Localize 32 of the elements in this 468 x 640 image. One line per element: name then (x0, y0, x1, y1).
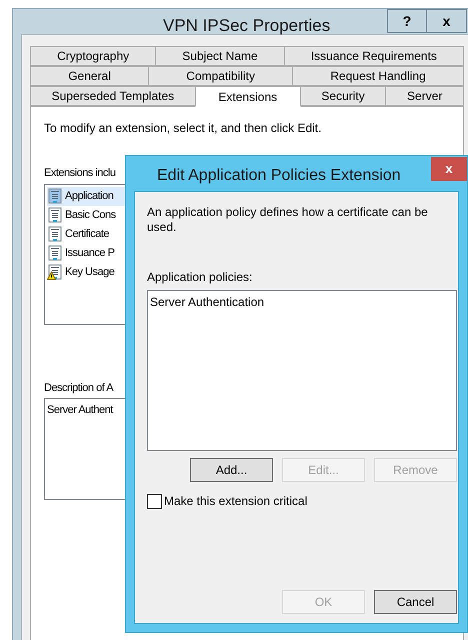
instruction-text: To modify an extension, select it, and then click Edit. (44, 120, 322, 137)
tab[interactable]: Issuance Requirements (284, 46, 464, 66)
close-button[interactable]: x (427, 9, 467, 33)
description-text: Server Authent (47, 404, 113, 416)
document-icon (47, 188, 63, 204)
window-title: VPN IPSec Properties (163, 15, 330, 37)
tab[interactable]: Subject Name (155, 46, 285, 66)
close-button[interactable]: x (431, 157, 467, 181)
document-icon (47, 207, 63, 223)
tab[interactable]: Security (300, 86, 386, 106)
document-icon (47, 226, 63, 242)
document-icon (47, 245, 63, 261)
tab[interactable]: Compatibility (148, 66, 294, 86)
dialog-title: Edit Application Policies Extension (157, 166, 401, 186)
description-label: Description of A (44, 380, 114, 396)
tab[interactable]: Extensions (194, 86, 301, 107)
critical-checkbox[interactable] (147, 494, 162, 508)
tab[interactable]: General (30, 66, 150, 86)
warning-document-icon (47, 264, 63, 280)
help-button[interactable]: ? (387, 9, 427, 33)
tab[interactable]: Cryptography (30, 46, 156, 66)
dialog-button[interactable]: Add... (190, 458, 273, 482)
extension-item[interactable]: Issuance P (47, 244, 163, 262)
dialog-button[interactable]: Cancel (374, 590, 457, 614)
policies-label: Application policies: (147, 269, 254, 286)
tab[interactable]: Superseded Templates (30, 86, 196, 106)
extensions-label: Extensions inclu (44, 166, 116, 181)
dialog-intro-text: An application policy defines how a certificate can be used. (147, 205, 429, 235)
tab[interactable]: Request Handling (292, 66, 464, 86)
tab[interactable]: Server (385, 86, 464, 106)
policy-item[interactable]: Server Authentication (150, 293, 456, 311)
critical-label: Make this extension critical (164, 493, 308, 510)
